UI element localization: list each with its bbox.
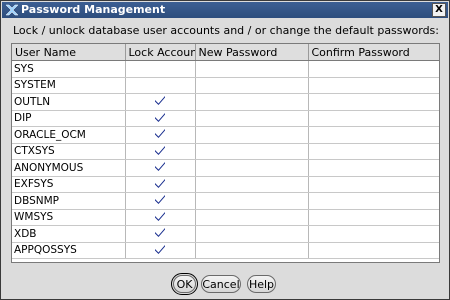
table-row[interactable]: SYS	[12, 60, 439, 78]
table-row[interactable]: DBSNMP	[12, 192, 439, 210]
lock-account-checkbox[interactable]	[125, 225, 196, 243]
user-name-cell: DIP	[12, 110, 126, 127]
table-row[interactable]: XDB	[12, 225, 439, 243]
accounts-table: User Name Lock Account? New Password Con…	[12, 44, 439, 259]
ok-button[interactable]: OK	[171, 273, 198, 295]
window-title: Password Management	[21, 3, 166, 16]
lock-account-checkbox[interactable]	[125, 192, 196, 210]
confirm-password-field[interactable]	[308, 60, 439, 78]
lock-account-checkbox[interactable]	[125, 209, 196, 226]
lock-account-checkbox[interactable]	[125, 242, 196, 259]
new-password-field[interactable]	[195, 126, 309, 144]
lock-account-checkbox[interactable]	[125, 126, 196, 144]
accounts-table-frame: User Name Lock Account? New Password Con…	[11, 43, 440, 263]
checkmark-icon	[155, 145, 165, 155]
confirm-password-field[interactable]	[308, 225, 439, 243]
new-password-field[interactable]	[195, 176, 309, 193]
column-header-user-name[interactable]: User Name	[12, 44, 126, 61]
confirm-password-field[interactable]	[308, 143, 439, 160]
new-password-field[interactable]	[195, 225, 309, 243]
confirm-password-field[interactable]	[308, 209, 439, 226]
confirm-password-field[interactable]	[308, 93, 439, 111]
button-bar: OK Cancel Help	[1, 273, 450, 297]
new-password-field[interactable]	[195, 60, 309, 78]
user-name-cell: XDB	[12, 225, 126, 243]
user-name-cell: OUTLN	[12, 93, 126, 111]
confirm-password-field[interactable]	[308, 192, 439, 210]
table-row[interactable]: CTXSYS	[12, 143, 439, 160]
checkmark-icon	[155, 112, 165, 122]
close-button[interactable]: X	[432, 3, 446, 17]
column-header-confirm-password[interactable]: Confirm Password	[308, 44, 439, 61]
lock-account-checkbox[interactable]	[125, 60, 196, 78]
confirm-password-field[interactable]	[308, 242, 439, 259]
confirm-password-field[interactable]	[308, 176, 439, 193]
password-management-dialog: Password Management X Lock / unlock data…	[0, 0, 450, 300]
checkmark-icon	[155, 129, 165, 139]
table-row[interactable]: OUTLN	[12, 93, 439, 111]
user-name-cell: SYS	[12, 60, 126, 78]
user-name-cell: DBSNMP	[12, 192, 126, 210]
new-password-field[interactable]	[195, 159, 309, 177]
new-password-field[interactable]	[195, 242, 309, 259]
new-password-field[interactable]	[195, 93, 309, 111]
app-logo-icon	[5, 4, 19, 16]
confirm-password-field[interactable]	[308, 110, 439, 127]
lock-account-checkbox[interactable]	[125, 110, 196, 127]
cancel-button[interactable]: Cancel	[201, 275, 241, 293]
table-row[interactable]: WMSYS	[12, 209, 439, 226]
lock-account-checkbox[interactable]	[125, 143, 196, 160]
confirm-password-field[interactable]	[308, 159, 439, 177]
table-row[interactable]: ORACLE_OCM	[12, 126, 439, 144]
column-header-lock-account[interactable]: Lock Account?	[125, 44, 196, 61]
title-bar[interactable]: Password Management X	[2, 2, 448, 18]
table-row[interactable]: APPQOSSYS	[12, 242, 439, 259]
user-name-cell: SYSTEM	[12, 77, 126, 94]
lock-account-checkbox[interactable]	[125, 93, 196, 111]
user-name-cell: EXFSYS	[12, 176, 126, 193]
new-password-field[interactable]	[195, 110, 309, 127]
user-name-cell: ANONYMOUS	[12, 159, 126, 177]
new-password-field[interactable]	[195, 143, 309, 160]
lock-account-checkbox[interactable]	[125, 176, 196, 193]
column-header-new-password[interactable]: New Password	[195, 44, 309, 61]
checkmark-icon	[155, 162, 165, 172]
lock-account-checkbox[interactable]	[125, 159, 196, 177]
instructions-text: Lock / unlock database user accounts and…	[13, 24, 439, 37]
table-row[interactable]: SYSTEM	[12, 77, 439, 94]
checkmark-icon	[155, 228, 165, 238]
lock-account-checkbox[interactable]	[125, 77, 196, 94]
checkmark-icon	[155, 244, 165, 254]
table-row[interactable]: ANONYMOUS	[12, 159, 439, 177]
checkmark-icon	[155, 195, 165, 205]
new-password-field[interactable]	[195, 77, 309, 94]
help-button[interactable]: Help	[247, 275, 276, 293]
checkmark-icon	[155, 211, 165, 221]
checkmark-icon	[155, 178, 165, 188]
table-row[interactable]: EXFSYS	[12, 176, 439, 193]
table-header-row: User Name Lock Account? New Password Con…	[12, 44, 439, 61]
user-name-cell: WMSYS	[12, 209, 126, 226]
user-name-cell: APPQOSSYS	[12, 242, 126, 259]
table-row[interactable]: DIP	[12, 110, 439, 127]
new-password-field[interactable]	[195, 209, 309, 226]
new-password-field[interactable]	[195, 192, 309, 210]
user-name-cell: CTXSYS	[12, 143, 126, 160]
checkmark-icon	[155, 96, 165, 106]
confirm-password-field[interactable]	[308, 77, 439, 94]
confirm-password-field[interactable]	[308, 126, 439, 144]
user-name-cell: ORACLE_OCM	[12, 126, 126, 144]
